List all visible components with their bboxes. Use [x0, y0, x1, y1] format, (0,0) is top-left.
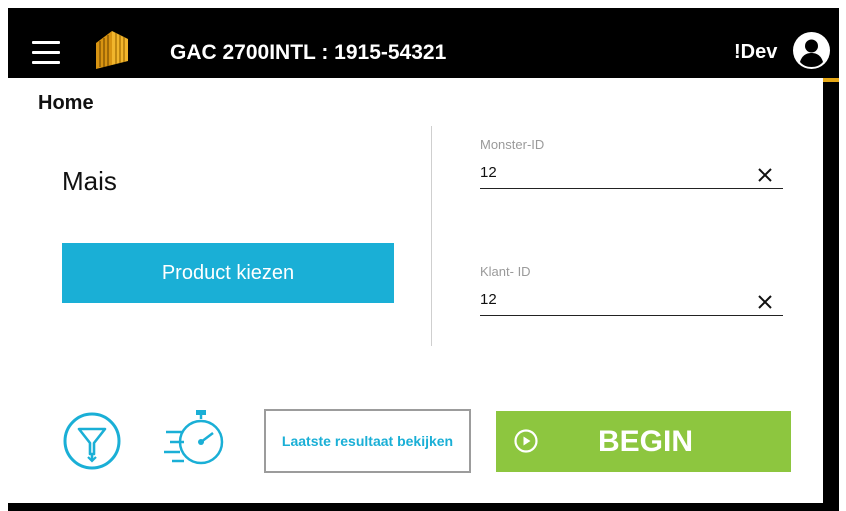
funnel-icon[interactable] — [61, 410, 123, 472]
user-name: !Dev — [734, 41, 778, 63]
customer-id-label: Klant- ID — [480, 264, 531, 279]
column-divider — [431, 126, 432, 346]
device-title: GAC 2700INTL : 1915-54321 — [170, 41, 447, 64]
choose-product-button[interactable]: Product kiezen — [62, 243, 394, 303]
top-bar: GAC 2700INTL : 1915-54321 !Dev — [8, 8, 839, 78]
customer-id-field[interactable]: 12 — [480, 291, 497, 308]
fast-timer-icon[interactable] — [162, 406, 228, 472]
hamburger-icon[interactable] — [32, 41, 60, 65]
begin-button[interactable]: BEGIN — [496, 411, 791, 472]
sample-id-underline — [480, 188, 783, 189]
clear-customer-id-icon[interactable] — [758, 295, 772, 309]
main-content: Home Mais Product kiezen Monster-ID 12 K… — [8, 78, 823, 503]
customer-id-underline — [480, 315, 783, 316]
clear-sample-id-icon[interactable] — [758, 168, 772, 182]
sample-id-field[interactable]: 12 — [480, 164, 497, 181]
page-title: Home — [38, 92, 94, 114]
begin-label: BEGIN — [598, 425, 694, 458]
view-latest-result-button[interactable]: Laatste resultaat bekijken — [264, 409, 471, 473]
play-circle-icon — [514, 429, 538, 453]
selected-product-name: Mais — [62, 166, 117, 196]
user-avatar-icon[interactable] — [793, 32, 830, 69]
sample-id-label: Monster-ID — [480, 137, 545, 152]
brand-logo — [96, 31, 128, 69]
